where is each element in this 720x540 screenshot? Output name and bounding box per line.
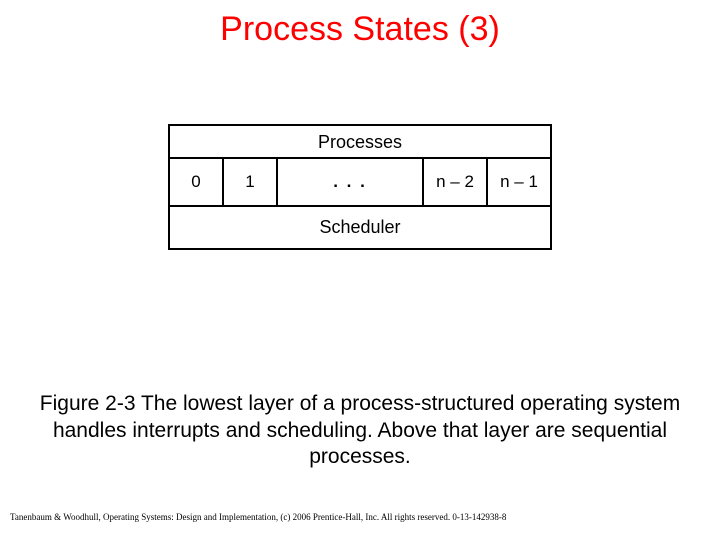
diagram-box: Processes 0 1 . . . n – 2 n – 1 Schedule… [168, 124, 552, 250]
process-slot-0: 0 [170, 159, 224, 205]
scheduler-label: Scheduler [170, 207, 550, 248]
process-slots-row: 0 1 . . . n – 2 n – 1 [170, 157, 550, 207]
process-slots-ellipsis: . . . [278, 159, 424, 205]
figure-caption: Figure 2-3 The lowest layer of a process… [20, 391, 700, 470]
slide-title: Process States (3) [0, 0, 720, 49]
copyright-footer: Tanenbaum & Woodhull, Operating Systems:… [10, 512, 506, 522]
process-slot-1: 1 [224, 159, 278, 205]
process-slot-n-1: n – 1 [488, 159, 550, 205]
process-slot-n-2: n – 2 [424, 159, 488, 205]
figure-diagram: Processes 0 1 . . . n – 2 n – 1 Schedule… [0, 124, 720, 250]
processes-label: Processes [170, 126, 550, 157]
